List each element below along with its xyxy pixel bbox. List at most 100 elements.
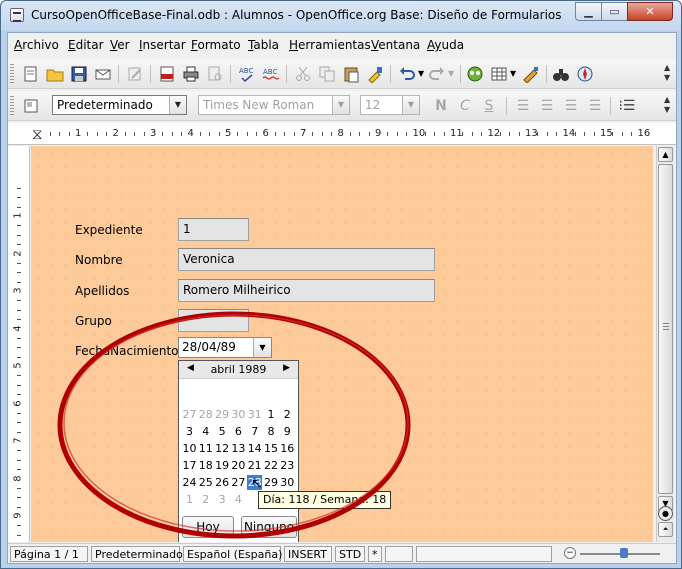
navigator-compass-icon[interactable]	[576, 65, 594, 83]
calendar-day[interactable]: 30	[280, 475, 295, 490]
calendar-day[interactable]: 12	[215, 441, 230, 456]
autospellcheck-icon[interactable]: ABC	[262, 65, 280, 83]
undo-icon[interactable]	[398, 65, 416, 83]
calendar-day[interactable]: 27	[231, 475, 246, 490]
edit-file-icon[interactable]	[126, 65, 144, 83]
show-draw-functions-icon[interactable]	[522, 65, 540, 83]
calendar-day[interactable]: 29	[215, 407, 230, 422]
minimize-button[interactable]: ▁	[575, 2, 602, 21]
today-button[interactable]: Hoy	[182, 516, 234, 538]
table-dropdown-icon[interactable]: ▼	[510, 69, 516, 78]
undo-dropdown-icon[interactable]: ▼	[418, 69, 424, 78]
calendar-day[interactable]: 18	[198, 458, 213, 473]
page-preview-icon[interactable]	[206, 65, 224, 83]
spellcheck-icon[interactable]: ABC	[238, 65, 256, 83]
save-icon[interactable]	[70, 65, 88, 83]
calendar-day[interactable]: 6	[231, 424, 246, 439]
calendar-day[interactable]: 1	[264, 407, 279, 422]
calendar-day[interactable]: 30	[231, 407, 246, 422]
calendar-day[interactable]: 26	[215, 475, 230, 490]
chevron-down-icon[interactable]: ▼	[253, 338, 271, 357]
font-size-select[interactable]: 12 ▼	[360, 95, 420, 115]
print-icon[interactable]	[182, 65, 200, 83]
toolbar-overflow-icon[interactable]: ▲ ▼	[664, 95, 672, 115]
calendar-day[interactable]: 28	[198, 407, 213, 422]
italic-icon[interactable]: C	[456, 97, 474, 115]
calendar-day[interactable]: 2	[198, 492, 213, 507]
apellidos-field[interactable]: Romero Milheirico	[178, 279, 435, 302]
grupo-field[interactable]	[178, 309, 249, 332]
styles-formatting-icon[interactable]	[22, 97, 40, 115]
calendar-day[interactable]: 21	[247, 458, 262, 473]
table-icon[interactable]	[490, 65, 508, 83]
menu-tabla[interactable]: Tabla	[248, 38, 279, 52]
maximize-button[interactable]: ▭	[601, 2, 628, 21]
calendar-day[interactable]: 31	[247, 407, 262, 422]
bold-icon[interactable]: N	[432, 97, 450, 115]
calendar-day[interactable]: 9	[280, 424, 295, 439]
calendar-day[interactable]: 19	[215, 458, 230, 473]
cut-icon[interactable]	[294, 65, 312, 83]
line-spacing-icon[interactable]: ⁝☰	[618, 97, 636, 115]
horizontal-ruler[interactable]: ⧖ 1 2 3 4 5 6 7 8 9 10 11 12 13 14 15 16	[8, 123, 676, 145]
calendar-day[interactable]: 4	[231, 492, 246, 507]
export-pdf-icon[interactable]	[158, 65, 176, 83]
zoom-slider-knob[interactable]	[620, 548, 628, 558]
nombre-field[interactable]: Veronica	[178, 248, 435, 271]
font-name-select[interactable]: Times New Roman ▼	[198, 95, 350, 115]
align-left-icon[interactable]: ☰	[514, 97, 532, 115]
calendar-day[interactable]: 20	[231, 458, 246, 473]
justify-icon[interactable]: ☰	[586, 97, 604, 115]
calendar-day[interactable]: 4	[198, 424, 213, 439]
menu-archivo[interactable]: Archivo	[14, 38, 59, 52]
calendar-day[interactable]: 24	[182, 475, 197, 490]
close-button[interactable]: ✕	[627, 2, 673, 21]
scroll-up-icon[interactable]: ▲	[658, 147, 673, 162]
align-right-icon[interactable]: ☰	[562, 97, 580, 115]
status-style[interactable]: Predeterminado	[91, 546, 183, 562]
hourglass-indent-icon[interactable]: ⧖	[32, 125, 43, 143]
form-design-page[interactable]: Expediente 1 Nombre Veronica Apellidos R…	[31, 146, 653, 542]
paragraph-style-select[interactable]: Predeterminado ▼	[52, 95, 187, 115]
align-center-icon[interactable]: ☰	[538, 97, 556, 115]
scroll-thumb[interactable]	[658, 164, 673, 494]
menu-insertar[interactable]: Insertar	[139, 38, 186, 52]
toolbar-grip[interactable]	[10, 64, 14, 84]
calendar-day[interactable]: 23	[280, 458, 295, 473]
chevron-down-icon[interactable]: ▼	[402, 96, 419, 114]
menu-ventana[interactable]: Ventana	[371, 38, 420, 52]
calendar-day[interactable]: 8	[264, 424, 279, 439]
menu-ayuda[interactable]: Ayuda	[427, 38, 464, 52]
calendar-day[interactable]: 14	[247, 441, 262, 456]
calendar-day[interactable]: 10	[182, 441, 197, 456]
zoom-out-icon[interactable]: −	[564, 547, 576, 559]
new-document-icon[interactable]	[22, 65, 40, 83]
page-up-icon[interactable]: ⏶	[658, 522, 673, 537]
status-signature[interactable]	[385, 546, 413, 562]
menu-ver[interactable]: Ver	[110, 38, 130, 52]
fechanacimiento-date-field[interactable]: 28/04/89 ▼	[178, 337, 272, 358]
calendar-day[interactable]: 2	[280, 407, 295, 422]
paste-icon[interactable]	[342, 65, 360, 83]
calendar-day[interactable]: 11	[198, 441, 213, 456]
email-icon[interactable]	[94, 65, 112, 83]
find-binoculars-icon[interactable]	[552, 65, 570, 83]
status-insert-mode[interactable]: INSERT	[284, 546, 332, 562]
vertical-scrollbar[interactable]: ▲ ▼ ⏶ ● ⏷	[656, 146, 674, 542]
status-selection-mode[interactable]: STD	[335, 546, 365, 562]
menu-formato[interactable]: Formato	[191, 38, 241, 52]
toolbar-overflow-icon[interactable]: ▲ ▼	[664, 63, 672, 83]
menu-herramientas[interactable]: Herramientas	[289, 38, 371, 52]
next-month-icon[interactable]: ▶	[283, 363, 290, 373]
none-button[interactable]: Ninguno	[241, 516, 297, 538]
vertical-ruler[interactable]: 12345678910	[8, 146, 30, 559]
redo-icon[interactable]	[428, 65, 446, 83]
calendar-day[interactable]: 3	[182, 424, 197, 439]
calendar-day[interactable]: 16	[280, 441, 295, 456]
clone-format-icon[interactable]	[366, 65, 384, 83]
navigation-icon[interactable]: ●	[658, 506, 673, 521]
expediente-field[interactable]: 1	[178, 218, 249, 241]
status-page[interactable]: Página 1 / 1	[10, 546, 88, 562]
calendar-day[interactable]: 5	[215, 424, 230, 439]
menu-editar[interactable]: Editar	[68, 38, 104, 52]
